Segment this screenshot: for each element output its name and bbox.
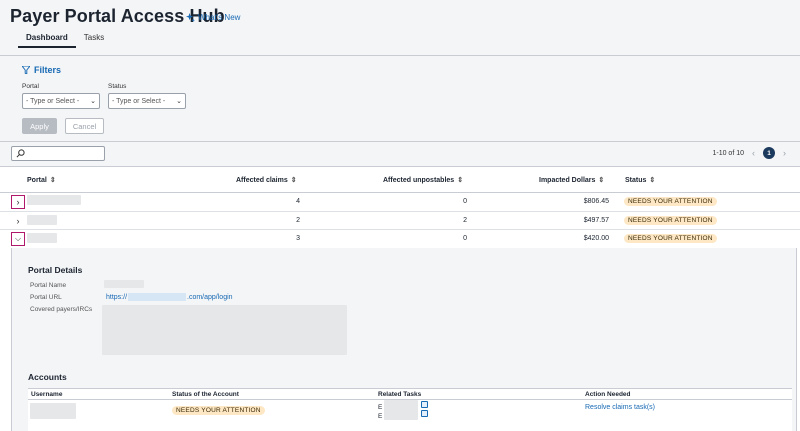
tab-tasks[interactable]: Tasks [76,31,112,48]
status-badge: NEEDS YOUR ATTENTION [624,234,717,243]
tab-dashboard[interactable]: Dashboard [18,31,76,48]
affected-unpostables-value: 2 [463,217,467,224]
portal-url-suffix: .com/app/login [187,293,233,301]
redacted-portal-name [27,233,57,243]
next-page-icon[interactable]: › [783,148,786,158]
account-row: NEEDS YOUR ATTENTION E E Resolve claims … [28,400,792,431]
filters-title: Filters [34,65,62,75]
portal-url-prefix: https:// [106,293,128,301]
related-task-prefix: E [378,413,383,420]
col-action-needed: Action Needed [585,391,631,398]
copy-icon[interactable] [421,410,428,417]
filters-panel: Filters Portal - Type or Select - ⌄ Stat… [0,56,800,142]
chevron-right-icon: › [16,197,20,207]
filters-toggle[interactable]: Filters [22,65,61,75]
chevron-down-icon: ⌄ [176,98,182,105]
whats-new-link[interactable]: What's New [186,13,240,22]
col-affected-claims[interactable]: Affected claims ⇕ [236,176,297,185]
portal-detail-panel: Portal Details Portal Name Portal URL ht… [11,248,797,431]
apply-button[interactable]: Apply [22,118,57,134]
affected-claims-value: 2 [296,217,300,224]
page-1-button[interactable]: 1 [763,147,775,159]
resolve-claims-tasks-link[interactable]: Resolve claims task(s) [585,404,655,411]
portal-details-title: Portal Details [28,265,83,275]
sort-icon: ⇕ [457,177,464,184]
col-username: Username [31,391,63,398]
col-affected-unpostables[interactable]: Affected unpostables ⇕ [383,176,464,185]
search-input[interactable] [11,146,105,161]
sort-icon: ⇕ [49,177,56,184]
redacted-portal-name [27,195,81,205]
expand-row-button[interactable]: › [11,195,25,209]
impacted-dollars-value: $497.57 [583,217,609,224]
chevron-right-icon: › [16,216,20,226]
impacted-dollars-value: $806.45 [583,198,609,205]
search-icon [16,149,25,158]
status-badge: NEEDS YOUR ATTENTION [624,216,717,225]
portal-select[interactable]: - Type or Select - ⌄ [22,93,100,109]
accounts-title: Accounts [28,372,67,382]
account-status-badge: NEEDS YOUR ATTENTION [172,406,265,415]
col-portal-label: Portal [27,176,47,184]
sort-icon: ⇕ [598,177,605,184]
redacted-url-domain [128,293,187,301]
collapse-row-button[interactable]: ⌵ [11,232,25,246]
status-filter-label: Status [108,83,127,90]
impacted-dollars-value: $420.00 [583,235,609,242]
table-row[interactable]: › 4 0 $806.45 NEEDS YOUR ATTENTION [0,193,800,212]
col-status[interactable]: Status ⇕ [625,176,656,185]
copy-icon[interactable] [421,401,428,408]
table-row[interactable]: › 2 2 $497.57 NEEDS YOUR ATTENTION [0,212,800,230]
tab-bar: Dashboard Tasks [18,31,112,48]
redacted-portal-name [27,215,57,225]
prev-page-icon[interactable]: ‹ [752,148,755,158]
col-status-label: Status [625,176,647,184]
related-task-prefix: E [378,404,383,411]
sort-icon: ⇕ [649,177,656,184]
page-header: Payer Portal Access Hub What's New Dashb… [0,0,800,56]
portal-url-link[interactable]: https:// .com/app/login [106,293,233,301]
cancel-button[interactable]: Cancel [65,118,104,134]
table-toolbar: 1-10 of 10 ‹ 1 › [0,142,800,166]
expand-row-button[interactable]: › [11,214,25,228]
status-select-placeholder: - Type or Select - [112,97,166,105]
portal-url-label: Portal URL [30,294,62,301]
col-affected-unpostables-label: Affected unpostables [383,176,455,184]
status-select[interactable]: - Type or Select - ⌄ [108,93,186,109]
filter-icon [22,66,30,74]
table-header: Portal ⇕ Affected claims ⇕ Affected unpost… [0,166,800,193]
portal-select-placeholder: - Type or Select - [26,97,80,105]
sparkle-icon [186,13,195,22]
affected-claims-value: 4 [296,198,300,205]
col-impacted-dollars-label: Impacted Dollars [539,176,596,184]
affected-unpostables-value: 0 [463,198,467,205]
whats-new-label: What's New [198,13,241,22]
col-portal[interactable]: Portal ⇕ [27,176,56,185]
table-row-expanded[interactable]: ⌵ 3 0 $420.00 NEEDS YOUR ATTENTION [0,230,800,248]
redacted-username [30,403,76,419]
portal-filter-label: Portal [22,83,39,90]
chevron-down-icon: ⌄ [90,98,96,105]
affected-claims-value: 3 [296,235,300,242]
portal-name-label: Portal Name [30,282,67,289]
col-related-tasks: Related Tasks [378,391,422,398]
pagination-range: 1-10 of 10 [712,149,744,157]
accounts-table-header: Username Status of the Account Related T… [28,388,792,400]
col-affected-claims-label: Affected claims [236,176,288,184]
sort-icon: ⇕ [290,177,297,184]
col-impacted-dollars[interactable]: Impacted Dollars ⇕ [539,176,605,185]
col-account-status: Status of the Account [172,391,239,398]
redacted-portal-name-value [104,280,144,288]
affected-unpostables-value: 0 [463,235,467,242]
covered-payers-label: Covered payers/IRCs [30,306,93,313]
status-badge: NEEDS YOUR ATTENTION [624,197,717,206]
chevron-down-icon: ⌵ [14,234,22,243]
redacted-covered-payers [102,305,347,355]
pagination: 1-10 of 10 ‹ 1 › [712,147,786,159]
redacted-related-tasks [384,400,418,420]
